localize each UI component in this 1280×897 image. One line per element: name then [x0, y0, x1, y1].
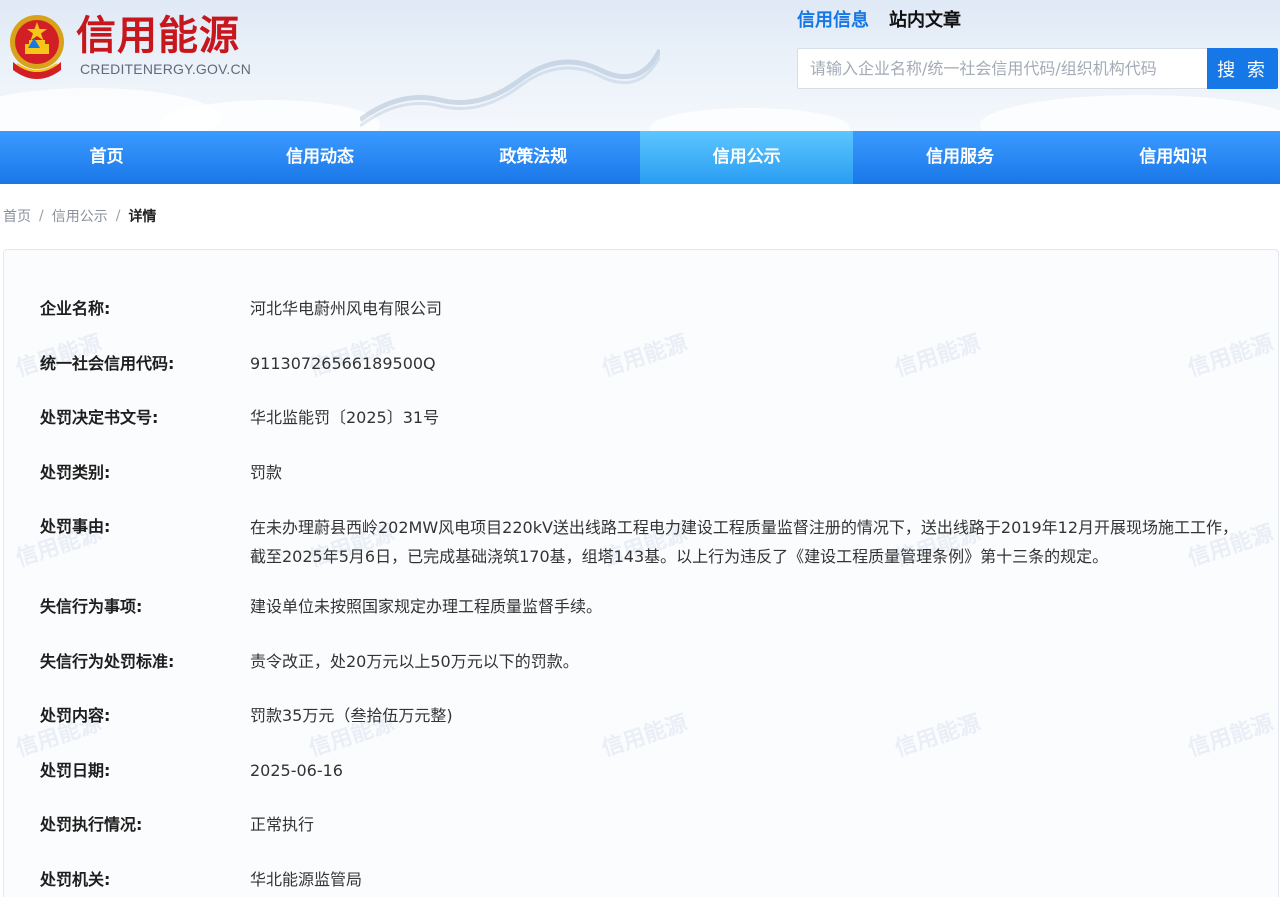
breadcrumb: 首页 / 信用公示 / 详情	[3, 206, 156, 226]
search-tabs: 信用信息 站内文章	[797, 8, 961, 38]
field-value: 2025-06-16	[250, 761, 343, 780]
field-label: 处罚执行情况:	[40, 815, 143, 834]
search-tab-site-articles[interactable]: 站内文章	[889, 8, 961, 38]
field-row-penalty-authority: 处罚机关: 华北能源监管局	[40, 867, 1240, 893]
nav-item-credit-knowledge[interactable]: 信用知识	[1067, 131, 1280, 184]
field-value: 罚款35万元（叁拾伍万元整)	[250, 706, 453, 725]
field-label: 处罚日期:	[40, 761, 111, 780]
search-button[interactable]: 搜 索	[1207, 48, 1278, 89]
search-input[interactable]	[797, 48, 1207, 89]
field-label: 处罚机关:	[40, 870, 111, 889]
detail-panel: 信用能源 信用能源 信用能源 信用能源 信用能源 信用能源 信用能源 信用能源 …	[3, 249, 1279, 897]
field-label: 统一社会信用代码:	[40, 354, 175, 373]
cloud-decoration	[650, 108, 850, 131]
field-value: 责令改正，处20万元以上50万元以下的罚款。	[250, 652, 579, 671]
field-value: 在未办理蔚县西岭202MW风电项目220kV送出线路工程电力建设工程质量监督注册…	[250, 518, 1238, 566]
field-label: 处罚事由:	[40, 517, 111, 536]
field-label: 失信行为处罚标准:	[40, 652, 175, 671]
field-row-credit-code: 统一社会信用代码: 91130726566189500Q	[40, 351, 1240, 377]
field-row-penalty-date: 处罚日期: 2025-06-16	[40, 758, 1240, 784]
nav-item-home[interactable]: 首页	[0, 131, 213, 184]
field-row-company-name: 企业名称: 河北华电蔚州风电有限公司	[40, 296, 1240, 322]
field-value: 河北华电蔚州风电有限公司	[250, 299, 443, 318]
field-value: 91130726566189500Q	[250, 354, 436, 373]
field-label: 处罚决定书文号:	[40, 408, 159, 427]
nav-item-policies[interactable]: 政策法规	[427, 131, 640, 184]
nav-item-credit-services[interactable]: 信用服务	[853, 131, 1066, 184]
field-value: 正常执行	[250, 815, 315, 834]
breadcrumb-separator: /	[39, 208, 44, 224]
search-tab-credit-info[interactable]: 信用信息	[797, 8, 869, 38]
brand-name[interactable]: 信用能源	[76, 10, 240, 62]
breadcrumb-separator: /	[115, 208, 121, 224]
field-label: 处罚内容:	[40, 706, 111, 725]
field-row-penalty-category: 处罚类别: 罚款	[40, 460, 1240, 486]
breadcrumb-credit-disclosure[interactable]: 信用公示	[52, 206, 108, 226]
field-label: 处罚类别:	[40, 463, 111, 482]
field-row-decision-number: 处罚决定书文号: 华北监能罚〔2025〕31号	[40, 405, 1240, 431]
field-row-dishonest-behavior: 失信行为事项: 建设单位未按照国家规定办理工程质量监督手续。	[40, 594, 1240, 620]
field-value: 华北能源监管局	[250, 870, 363, 889]
nav-item-credit-news[interactable]: 信用动态	[213, 131, 426, 184]
main-nav: 首页 信用动态 政策法规 信用公示 信用服务 信用知识	[0, 131, 1280, 184]
field-value: 建设单位未按照国家规定办理工程质量监督手续。	[250, 597, 603, 616]
field-row-penalty-content: 处罚内容: 罚款35万元（叁拾伍万元整)	[40, 703, 1240, 729]
nav-item-credit-disclosure[interactable]: 信用公示	[639, 131, 854, 184]
field-row-penalty-reason: 处罚事由: 在未办理蔚县西岭202MW风电项目220kV送出线路工程电力建设工程…	[40, 514, 1240, 571]
cloud-decoration	[980, 95, 1280, 131]
breadcrumb-home[interactable]: 首页	[3, 206, 31, 226]
site-domain: CREDITENERGY.GOV.CN	[80, 61, 252, 77]
field-value: 罚款	[250, 463, 283, 482]
field-row-penalty-standard: 失信行为处罚标准: 责令改正，处20万元以上50万元以下的罚款。	[40, 649, 1240, 675]
field-row-execution-status: 处罚执行情况: 正常执行	[40, 812, 1240, 838]
field-label: 失信行为事项:	[40, 597, 143, 616]
great-wall-illustration	[360, 48, 660, 128]
header-banner: 信用能源 CREDITENERGY.GOV.CN 信用信息 站内文章 搜 索	[0, 0, 1280, 131]
active-tab-caret-icon	[28, 38, 40, 48]
field-value: 华北监能罚〔2025〕31号	[250, 408, 440, 427]
field-label: 企业名称:	[40, 299, 111, 318]
breadcrumb-current: 详情	[128, 209, 157, 225]
